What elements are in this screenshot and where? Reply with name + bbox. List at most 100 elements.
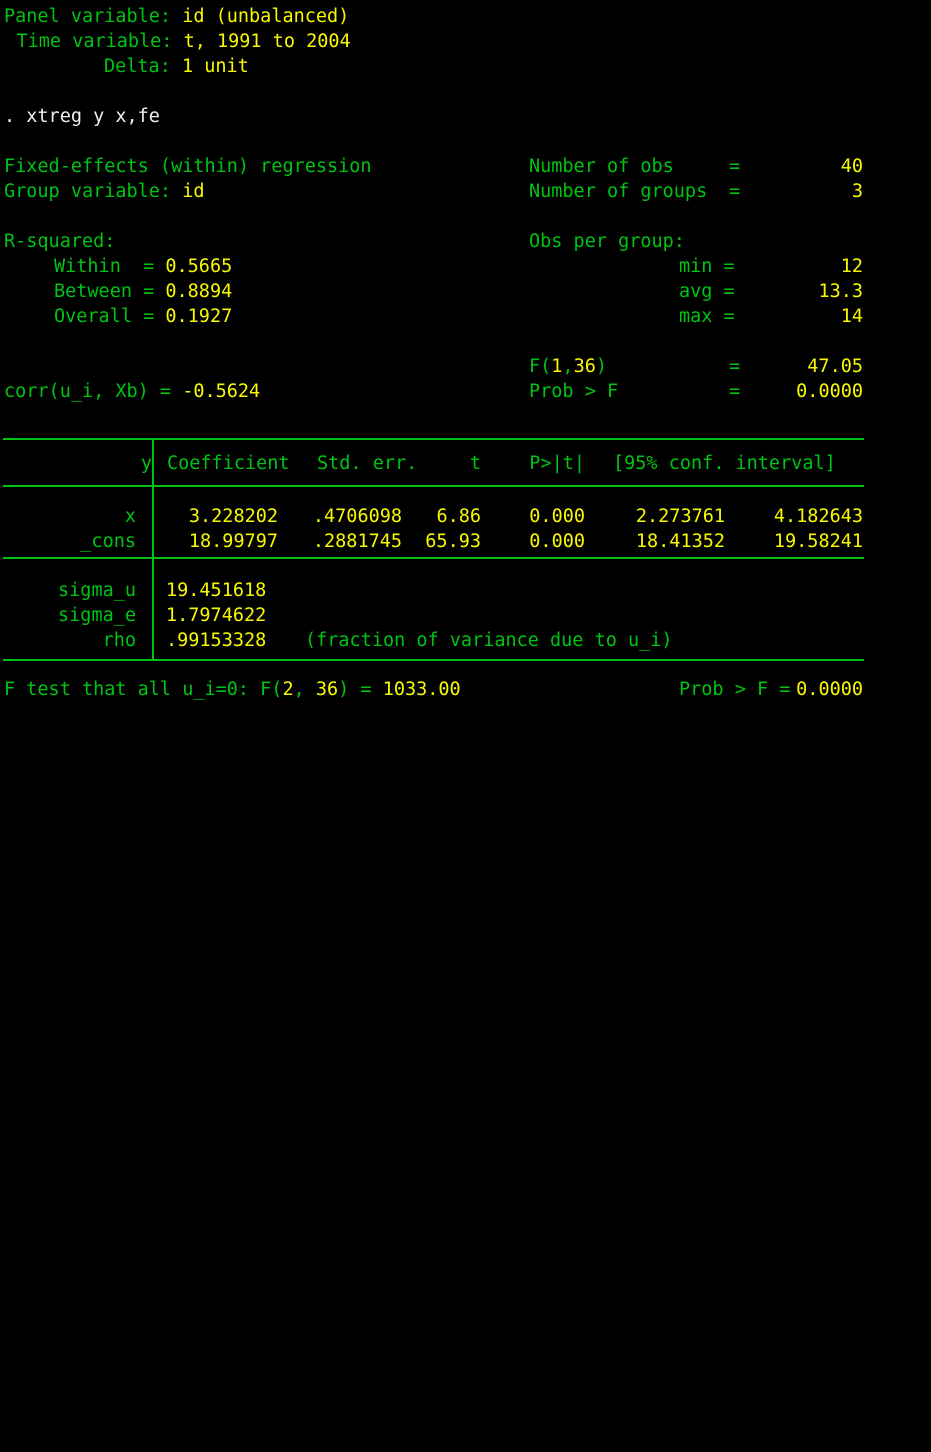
variance-value-sigma-u: 19.451618 <box>166 580 267 601</box>
stata-results-console[interactable]: Panel variable: id (unbalanced) Time var… <box>0 0 931 726</box>
ftest-line: F test that all u_i=0: F(2, 36) = 1033.0… <box>4 679 461 700</box>
table-col-coefficient: Coefficient <box>167 453 290 474</box>
n-groups-label: Number of groups <box>529 181 708 202</box>
f-df1: 1 <box>551 356 563 377</box>
r-squared-overall-value: 0.1927 <box>165 306 233 327</box>
table-rule-header-sep <box>3 485 864 487</box>
corr-line: corr(u_i, Xb) = -0.5624 <box>4 379 260 404</box>
obs-per-group-max-value: 14 <box>840 306 863 327</box>
table-row[interactable]: x <box>16 504 136 529</box>
table-cell-ci-high: 4.182643 <box>773 506 863 527</box>
prob-f-value: 0.0000 <box>796 381 863 402</box>
table-cell-ci-low: 18.41352 <box>635 531 725 552</box>
r-squared-within-label: Within <box>54 256 121 277</box>
prob-f-eq: = <box>729 381 741 402</box>
r-squared-overall-label: Overall <box>54 306 132 327</box>
command-line[interactable]: . xtreg y x,fe <box>4 104 160 129</box>
table-rule-variance-sep <box>3 557 864 559</box>
table-cell-p-value: 0.000 <box>529 506 585 527</box>
ftest-df1: 2 <box>282 679 294 700</box>
r-squared-within-row: Within = 0.5665 <box>54 254 232 279</box>
table-col-conf-interval: [95% conf. interval] <box>613 453 836 474</box>
obs-per-group-min-value: 12 <box>840 256 863 277</box>
table-cell-std-err: .4706098 <box>312 506 402 527</box>
panel-variable-value: id (unbalanced) <box>182 6 350 27</box>
ftest-df2: 36 <box>315 679 339 700</box>
command-text: . xtreg y x,fe <box>4 106 160 127</box>
obs-per-group-min-label: min = <box>679 256 735 277</box>
table-row-name: x <box>124 506 136 527</box>
time-variable-line: Time variable: t, 1991 to 2004 <box>17 29 351 54</box>
table-rule-bottom <box>3 659 864 661</box>
ftest-prob-value: 0.0000 <box>796 679 863 700</box>
table-col-std-err: Std. err. <box>317 453 418 474</box>
table-cell-ci-high: 19.58241 <box>773 531 863 552</box>
table-cell-ci-low: 2.273761 <box>635 506 725 527</box>
variance-row: sigma_u <box>16 578 136 603</box>
r-squared-between-value: 0.8894 <box>165 281 233 302</box>
obs-per-group-avg-value: 13.3 <box>818 281 863 302</box>
corr-value: -0.5624 <box>182 381 261 402</box>
table-cell-p-value: 0.000 <box>529 531 585 552</box>
group-variable-label: Group variable: <box>4 181 172 202</box>
n-groups-value: 3 <box>851 181 863 202</box>
table-row-name: _cons <box>80 531 136 552</box>
table-col-t: t <box>469 453 481 474</box>
ftest-prefix: F test that all u_i=0: F( <box>4 679 283 700</box>
variance-row: rho <box>16 628 136 653</box>
table-dep-var-header: y <box>140 453 152 474</box>
table-vrule-header <box>152 440 154 485</box>
variance-rho-note: (fraction of variance due to u_i) <box>305 630 673 651</box>
variance-row-name: sigma_u <box>58 580 136 601</box>
model-title: Fixed-effects (within) regression <box>4 156 372 177</box>
corr-label: corr(u_i, Xb) = <box>4 381 172 402</box>
group-variable-line: Group variable: id <box>4 179 205 204</box>
variance-row-name: sigma_e <box>58 605 136 626</box>
table-rule-top <box>3 438 864 440</box>
table-cell-t: 6.86 <box>436 506 481 527</box>
r-squared-between-label: Between <box>54 281 132 302</box>
r-squared-between-eq: = <box>143 281 155 302</box>
f-df2: 36 <box>573 356 596 377</box>
r-squared-between-row: Between = 0.8894 <box>54 279 232 304</box>
variance-row-name: rho <box>102 630 136 651</box>
n-obs-label: Number of obs <box>529 156 674 177</box>
panel-variable-line: Panel variable: id (unbalanced) <box>4 4 349 29</box>
obs-per-group-avg-label: avg = <box>679 281 735 302</box>
table-vrule-variance <box>152 559 154 659</box>
r-squared-header: R-squared: <box>4 231 116 252</box>
panel-variable-label: Panel variable: <box>4 6 172 27</box>
obs-per-group-max-label: max = <box>679 306 735 327</box>
r-squared-within-eq: = <box>143 256 155 277</box>
variance-row: sigma_e <box>16 603 136 628</box>
delta-label: Delta: <box>104 56 171 77</box>
n-obs-line: Number of obs <box>529 154 674 179</box>
table-cell-t: 65.93 <box>425 531 481 552</box>
n-groups-line: Number of groups <box>529 179 707 204</box>
delta-line: Delta: 1 unit <box>104 54 249 79</box>
n-groups-eq: = <box>729 181 741 202</box>
f-statistic-value: 47.05 <box>807 356 863 377</box>
r-squared-overall-eq: = <box>143 306 155 327</box>
time-variable-label: Time variable: <box>16 31 173 52</box>
time-variable-value: t, 1991 to 2004 <box>183 31 351 52</box>
group-variable-value: id <box>182 181 205 202</box>
variance-value-sigma-e: 1.7974622 <box>166 605 267 626</box>
r-squared-within-value: 0.5665 <box>165 256 233 277</box>
table-cell-coefficient: 3.228202 <box>188 506 278 527</box>
ftest-f-value: 1033.00 <box>382 679 461 700</box>
variance-value-rho: .99153328 <box>166 630 267 651</box>
table-cell-coefficient: 18.99797 <box>188 531 278 552</box>
table-vrule-coef <box>152 487 154 557</box>
delta-value: 1 unit <box>181 56 249 77</box>
table-col-p-value: P>|t| <box>529 453 585 474</box>
prob-f-label: Prob > F <box>529 381 619 402</box>
table-row[interactable]: _cons <box>16 529 136 554</box>
n-obs-eq: = <box>729 156 741 177</box>
obs-per-group-header: Obs per group: <box>529 231 685 252</box>
table-cell-std-err: .2881745 <box>312 531 402 552</box>
f-statistic-label: F(1,36) <box>529 356 607 377</box>
f-statistic-eq: = <box>729 356 741 377</box>
n-obs-value: 40 <box>840 156 863 177</box>
r-squared-overall-row: Overall = 0.1927 <box>54 304 232 329</box>
